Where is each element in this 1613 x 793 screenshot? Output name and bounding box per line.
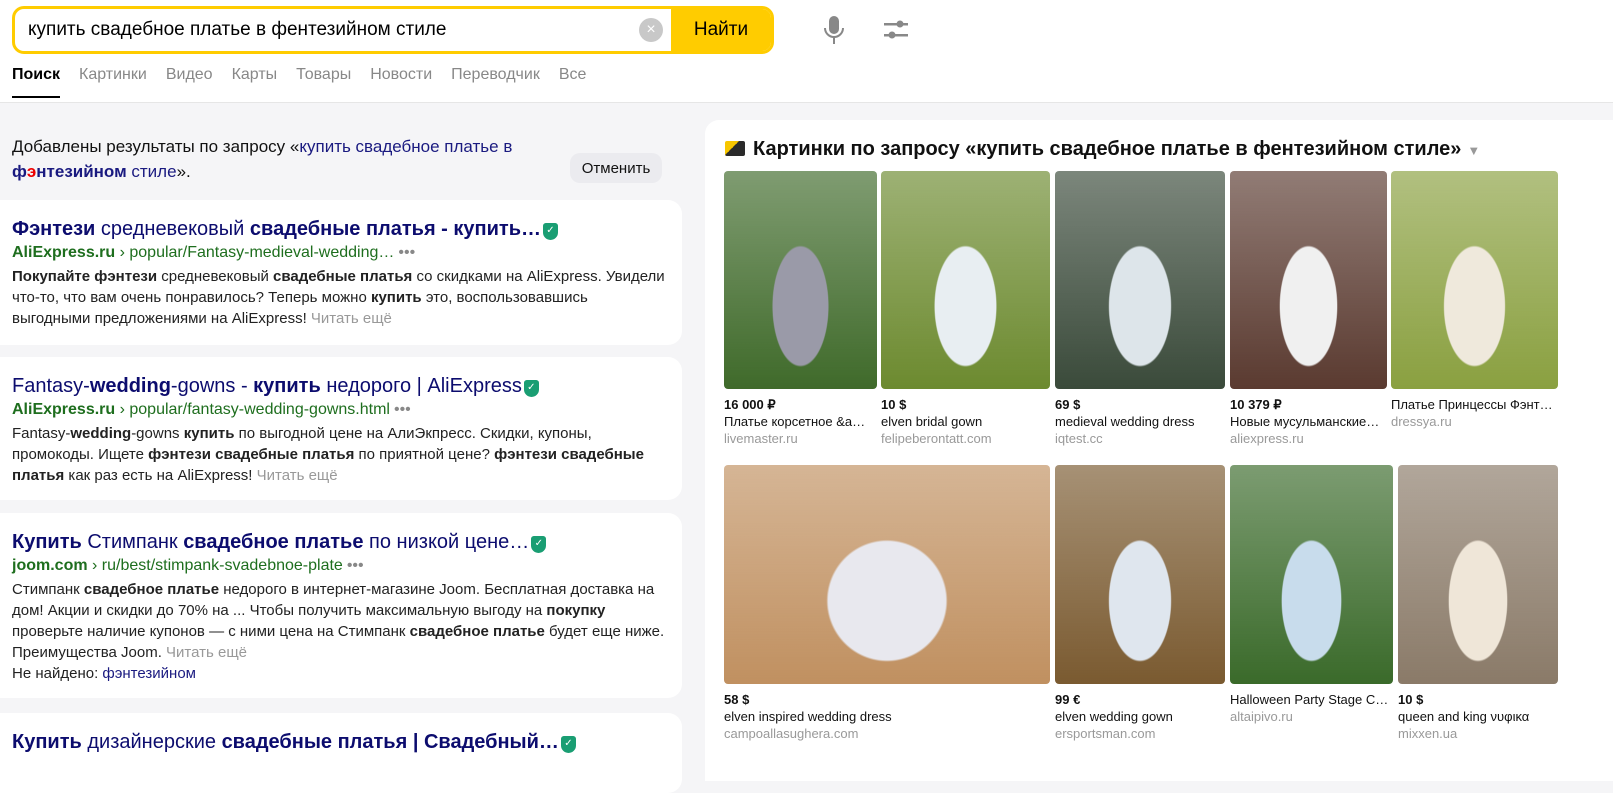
image-price: 16 000 ₽ [724,397,776,412]
tab-products[interactable]: Товары [296,66,351,98]
image-domain: felipeberontatt.com [881,431,992,446]
dress-image[interactable] [881,171,1050,389]
result-snippet: Покупайте фэнтези средневековый свадебны… [12,268,665,327]
tab-video[interactable]: Видео [166,66,213,98]
search-input[interactable] [28,9,628,51]
image-caption[interactable]: 10 $ queen and king νυφικα mixxen.ua [1398,691,1558,742]
result-snippet: Стимпанк свадебное платье недорого в инт… [12,581,665,661]
microphone-icon[interactable] [822,14,846,46]
filter-settings-icon[interactable] [882,16,910,44]
search-box[interactable]: × Найти [12,6,774,54]
header: × Найти Поиск Картинки Видео Карты Товар… [0,0,1613,103]
dress-image[interactable] [724,171,877,389]
more-options-icon[interactable]: ••• [398,244,415,261]
tab-images[interactable]: Картинки [79,66,147,98]
image-caption[interactable]: 10 $ elven bridal gown felipeberontatt.com [881,396,1050,447]
image-name: elven wedding gown [1055,709,1173,724]
more-options-icon[interactable]: ••• [394,401,411,418]
image-name: queen and king νυφικα [1398,709,1530,724]
image-caption[interactable]: 16 000 ₽ Платье корсетное &a… livemaster.r… [724,396,877,447]
dropdown-caret-icon[interactable]: ▼ [1467,143,1480,158]
search-tabs: Поиск Картинки Видео Карты Товары Новост… [12,66,586,98]
verified-shield-icon: ✓ [531,536,547,553]
search-result: Купить дизайнерские свадебные платья | С… [0,713,682,793]
image-caption[interactable]: 99 € elven wedding gown ersportsman.com [1055,691,1225,742]
dress-image[interactable] [1055,465,1225,684]
image-caption[interactable]: 69 $ medieval wedding dress iqtest.cc [1055,396,1225,447]
result-title-link[interactable]: Фэнтези средневековый свадебные платья -… [12,216,670,242]
image-name: Платье Принцессы Фэнт… [1391,397,1553,412]
images-panel-title[interactable]: Картинки по запросу «купить свадебное пл… [725,138,1480,161]
clear-icon[interactable]: × [639,18,663,42]
search-result: Fantasy-wedding-gowns - купить недорого … [0,357,682,500]
image-domain: aliexpress.ru [1230,431,1304,446]
image-icon [725,141,745,156]
not-found-word-link[interactable]: фэнтезийном [102,665,196,682]
verified-shield-icon: ✓ [543,223,558,240]
image-caption[interactable]: 10 379 ₽ Новые мусульманские… aliexpress.r… [1230,396,1387,447]
image-domain: campoallasughera.com [724,726,859,741]
cancel-button[interactable]: Отменить [570,153,662,183]
search-button[interactable]: Найти [671,9,771,51]
tab-all[interactable]: Все [559,66,587,98]
not-found-note: Не найдено: фэнтезийном [12,665,196,682]
dress-image[interactable] [1391,171,1558,389]
more-options-icon[interactable]: ••• [347,557,364,574]
image-domain: iqtest.cc [1055,431,1103,446]
result-title-link[interactable]: Купить дизайнерские свадебные платья | С… [12,729,670,755]
image-name: Платье корсетное &a… [724,414,866,429]
dress-image[interactable] [1230,171,1387,389]
dress-image[interactable] [724,465,1050,684]
image-name: medieval wedding dress [1055,414,1195,429]
read-more-link[interactable]: Читать ещё [166,644,247,661]
result-title-link[interactable]: Купить Стимпанк свадебное платье по низк… [12,529,670,555]
image-price: 10 $ [881,397,907,412]
dress-image[interactable] [1230,465,1393,684]
search-result: Фэнтези средневековый свадебные платья -… [0,200,682,345]
read-more-link[interactable]: Читать ещё [257,467,338,484]
image-price: 58 $ [724,692,750,707]
verified-shield-icon: ✓ [523,380,539,397]
result-url[interactable]: AliExpress.ru › popular/Fantasy-medieval… [12,242,670,264]
result-title-link[interactable]: Fantasy-wedding-gowns - купить недорого … [12,373,670,399]
image-domain: ersportsman.com [1055,726,1156,741]
image-name: elven inspired wedding dress [724,709,892,724]
tab-translator[interactable]: Переводчик [451,66,540,98]
image-name: elven bridal gown [881,414,983,429]
image-name: Новые мусульманские… [1230,414,1380,429]
image-domain: dressya.ru [1391,414,1452,429]
image-domain: livemaster.ru [724,431,798,446]
result-url[interactable]: joom.com › ru/best/stimpank-svadebnoe-pl… [12,555,670,577]
image-price: 10 $ [1398,692,1424,707]
image-domain: altaipivo.ru [1230,709,1293,724]
tab-news[interactable]: Новости [370,66,432,98]
read-more-link[interactable]: Читать ещё [311,310,392,327]
dress-image[interactable] [1398,465,1558,684]
image-caption[interactable]: Halloween Party Stage C… altaipivo.ru [1230,691,1393,725]
dress-image[interactable] [1055,171,1225,389]
result-snippet: Fantasy-wedding-gowns купить по выгодной… [12,425,644,484]
search-result: Купить Стимпанк свадебное платье по низк… [0,513,682,698]
spelling-notice: Добавлены результаты по запросу «купить … [12,137,513,181]
image-price: 69 $ [1055,397,1081,412]
tab-search[interactable]: Поиск [12,66,61,98]
image-name: Halloween Party Stage C… [1230,692,1389,707]
image-caption[interactable]: 58 $ elven inspired wedding dress campoall… [724,691,1050,742]
image-caption[interactable]: Платье Принцессы Фэнт… dressya.ru [1391,396,1558,430]
tab-maps[interactable]: Карты [232,66,278,98]
verified-shield-icon: ✓ [560,736,576,753]
result-url[interactable]: AliExpress.ru › popular/fantasy-wedding-… [12,399,670,421]
image-domain: mixxen.ua [1398,726,1458,741]
notice-text: Добавлены результаты по запросу « [12,137,300,156]
image-price: 99 € [1055,692,1081,707]
image-price: 10 379 ₽ [1230,397,1282,412]
